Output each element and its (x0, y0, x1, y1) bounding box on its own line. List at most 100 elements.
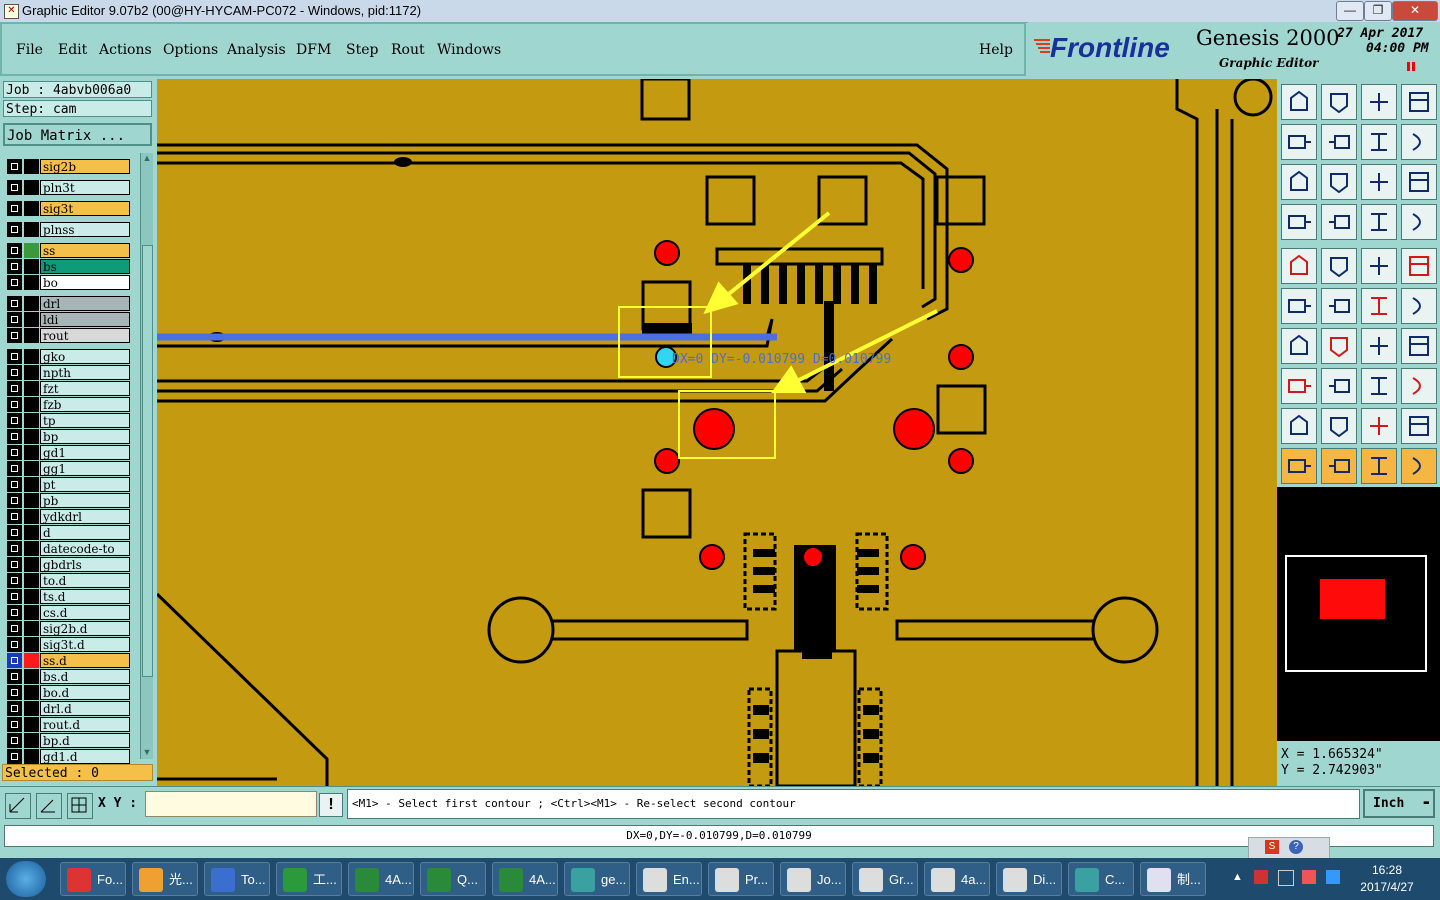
minus-icon[interactable] (1321, 368, 1357, 404)
layer-name[interactable]: sig2b.d (40, 621, 130, 636)
layer-checkbox[interactable] (7, 589, 22, 604)
window-icon[interactable] (1401, 84, 1437, 120)
layer-checkbox[interactable] (7, 159, 22, 174)
layer-name[interactable]: gd1.d (40, 749, 130, 764)
export-icon[interactable] (1321, 124, 1357, 160)
layer-color-swatch[interactable] (24, 685, 39, 700)
layer-name[interactable]: rout.d (40, 717, 130, 732)
layer-checkbox[interactable] (7, 397, 22, 412)
resize-icon[interactable] (1361, 368, 1397, 404)
clock-time[interactable]: 16:28 (1356, 863, 1418, 877)
tray-app-icon[interactable] (1302, 870, 1316, 884)
contour-b-icon[interactable] (1361, 408, 1397, 444)
layer-color-swatch[interactable] (24, 509, 39, 524)
layer-checkbox[interactable] (7, 296, 22, 311)
select-icon[interactable] (1321, 448, 1357, 484)
layer-name[interactable]: bs.d (40, 669, 130, 684)
layer-color-swatch[interactable] (24, 349, 39, 364)
layer-name[interactable]: gbdrls (40, 557, 130, 572)
layer-color-swatch[interactable] (24, 669, 39, 684)
layer-color-swatch[interactable] (24, 159, 39, 174)
add-pad-icon[interactable] (1281, 248, 1317, 284)
layer-name[interactable]: fzt (40, 381, 130, 396)
taskbar-item[interactable]: C... (1068, 862, 1134, 896)
layer-color-swatch[interactable] (24, 653, 39, 668)
contour-c-icon[interactable] (1401, 408, 1437, 444)
taskbar-item[interactable]: To... (204, 862, 270, 896)
layer-color-swatch[interactable] (24, 637, 39, 652)
taskbar-item[interactable]: 4a... (924, 862, 990, 896)
grid-icon[interactable] (1321, 204, 1357, 240)
layers-icon[interactable] (1361, 204, 1397, 240)
maximize-button[interactable]: ❐ (1364, 1, 1392, 21)
layer-color-swatch[interactable] (24, 605, 39, 620)
close-button[interactable]: ✕ (1392, 1, 1438, 21)
open-icon[interactable] (1281, 84, 1317, 120)
add-line-icon[interactable] (1321, 248, 1357, 284)
layer-name[interactable]: bo.d (40, 685, 130, 700)
layer-name[interactable]: ydkdrl (40, 509, 130, 524)
taskbar-item[interactable]: Gr... (852, 862, 918, 896)
line-diag-icon[interactable] (1321, 328, 1357, 364)
tray-volume-icon[interactable] (1326, 870, 1340, 884)
layer-name[interactable]: to.d (40, 573, 130, 588)
layer-name[interactable]: sig3t.d (40, 637, 130, 652)
layer-name[interactable]: ldi (40, 312, 130, 327)
layer-checkbox[interactable] (7, 349, 22, 364)
layer-checkbox[interactable] (7, 557, 22, 572)
layer-checkbox[interactable] (7, 653, 22, 668)
layer-checkbox[interactable] (7, 685, 22, 700)
angle-icon[interactable] (36, 793, 62, 819)
layer-checkbox[interactable] (7, 201, 22, 216)
menu-dfm[interactable]: DFM (296, 42, 331, 58)
minimize-button[interactable]: — (1336, 1, 1364, 21)
split-icon[interactable] (1401, 328, 1437, 364)
layer-name[interactable]: ts.d (40, 589, 130, 604)
layer-color-swatch[interactable] (24, 525, 39, 540)
layer-checkbox[interactable] (7, 749, 22, 764)
zoom-icon[interactable] (1321, 164, 1357, 200)
help-icon[interactable] (1401, 164, 1437, 200)
layer-name[interactable]: fzb (40, 397, 130, 412)
layer-name[interactable]: gg1 (40, 461, 130, 476)
layer-color-swatch[interactable] (24, 328, 39, 343)
layer-name[interactable]: pt (40, 477, 130, 492)
layer-checkbox[interactable] (7, 445, 22, 460)
layer-name[interactable]: rout (40, 328, 130, 343)
layer-name[interactable]: datecode-to (40, 541, 130, 556)
layer-checkbox[interactable] (7, 312, 22, 327)
pointer-icon[interactable] (1281, 448, 1317, 484)
home-icon[interactable] (1361, 84, 1397, 120)
layer-color-swatch[interactable] (24, 201, 39, 216)
connect-icon[interactable] (1361, 288, 1397, 324)
import-icon[interactable] (1281, 124, 1317, 160)
taskbar-item[interactable]: Jo... (780, 862, 846, 896)
undo-arc-icon[interactable] (1361, 328, 1397, 364)
taskbar-item[interactable]: 制... (1140, 862, 1206, 896)
layer-checkbox[interactable] (7, 413, 22, 428)
menu-step[interactable]: Step (346, 42, 378, 58)
layer-color-swatch[interactable] (24, 717, 39, 732)
ruler-icon[interactable] (1361, 248, 1397, 284)
layer-color-swatch[interactable] (24, 259, 39, 274)
taskbar-item[interactable]: Fo... (60, 862, 126, 896)
dot-icon[interactable] (1401, 248, 1437, 284)
layer-color-swatch[interactable] (24, 477, 39, 492)
layer-checkbox[interactable] (7, 222, 22, 237)
layer-color-swatch[interactable] (24, 275, 39, 290)
save-icon[interactable] (1321, 84, 1357, 120)
select-alt-icon[interactable] (1361, 448, 1397, 484)
layer-name[interactable]: pb (40, 493, 130, 508)
layer-name[interactable]: tp (40, 413, 130, 428)
tray-expand-icon[interactable]: ▲ (1232, 871, 1243, 883)
layer-color-swatch[interactable] (24, 397, 39, 412)
layer-checkbox[interactable] (7, 381, 22, 396)
layer-name[interactable]: cs.d (40, 605, 130, 620)
taskbar-item[interactable]: Q... (420, 862, 486, 896)
scroll-thumb[interactable] (142, 245, 153, 677)
flip-icon[interactable] (1401, 124, 1437, 160)
layer-color-swatch[interactable] (24, 413, 39, 428)
layer-checkbox[interactable] (7, 477, 22, 492)
tray-security-icon[interactable] (1254, 870, 1268, 884)
menu-analysis[interactable]: Analysis (227, 42, 286, 58)
